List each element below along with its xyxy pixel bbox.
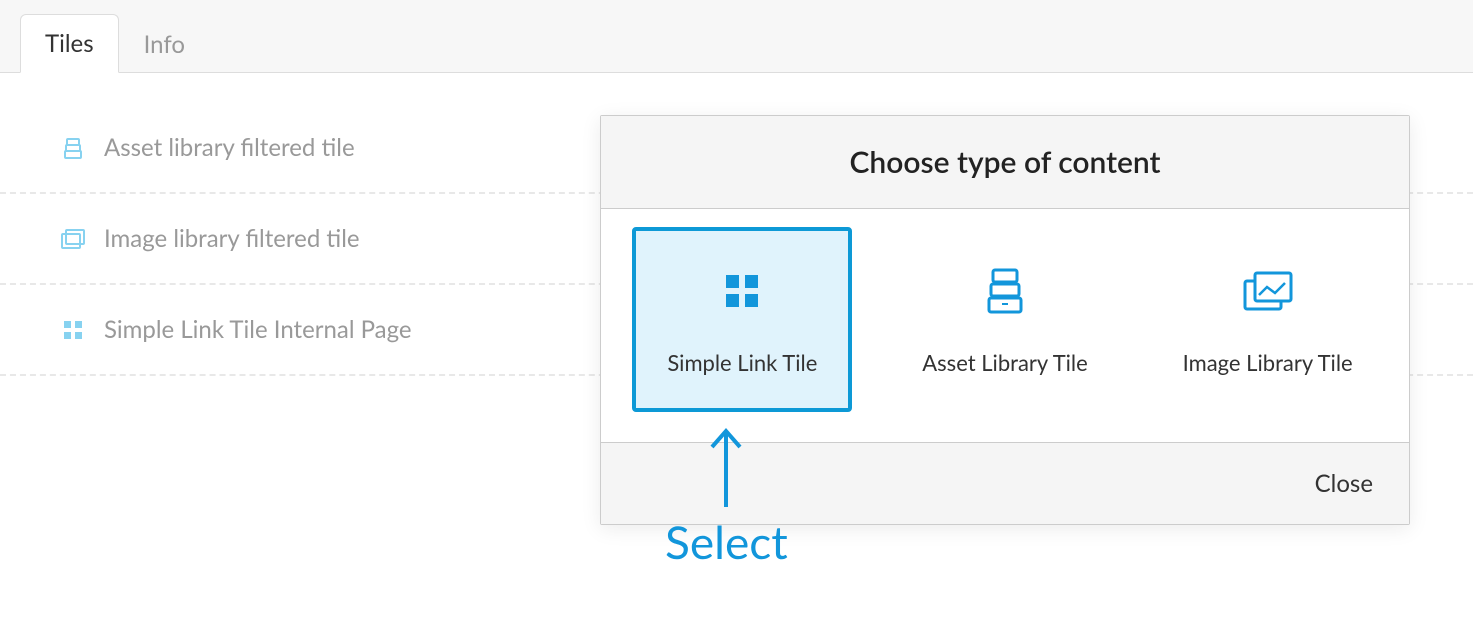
choose-content-modal: Choose type of content Simple Link Tile xyxy=(600,115,1410,525)
option-asset-library-tile[interactable]: Asset Library Tile xyxy=(895,227,1115,412)
modal-title: Choose type of content xyxy=(601,116,1409,209)
modal-options: Simple Link Tile Asset Library Tile xyxy=(601,209,1409,443)
option-label: Image Library Tile xyxy=(1183,349,1353,376)
close-button-label: Close xyxy=(1315,469,1373,498)
option-simple-link-tile[interactable]: Simple Link Tile xyxy=(632,227,852,412)
list-item-label: Image library filtered tile xyxy=(104,224,360,253)
asset-library-icon xyxy=(983,263,1027,319)
image-library-icon xyxy=(60,226,86,252)
modal-footer: Close xyxy=(601,443,1409,524)
grid-icon xyxy=(720,263,764,319)
tab-tiles-label: Tiles xyxy=(45,29,94,58)
list-item-label: Simple Link Tile Internal Page xyxy=(104,315,412,344)
tab-tiles[interactable]: Tiles xyxy=(20,14,119,73)
option-label: Simple Link Tile xyxy=(667,349,817,376)
image-library-icon xyxy=(1241,263,1295,319)
option-label: Asset Library Tile xyxy=(922,349,1087,376)
tab-info[interactable]: Info xyxy=(119,15,210,73)
asset-library-icon xyxy=(60,135,86,161)
tab-bar: Tiles Info xyxy=(0,0,1473,72)
option-image-library-tile[interactable]: Image Library Tile xyxy=(1158,227,1378,412)
tab-info-label: Info xyxy=(144,30,185,59)
close-button[interactable]: Close xyxy=(1315,469,1373,498)
list-item-label: Asset library filtered tile xyxy=(104,133,355,162)
grid-icon xyxy=(60,317,86,343)
